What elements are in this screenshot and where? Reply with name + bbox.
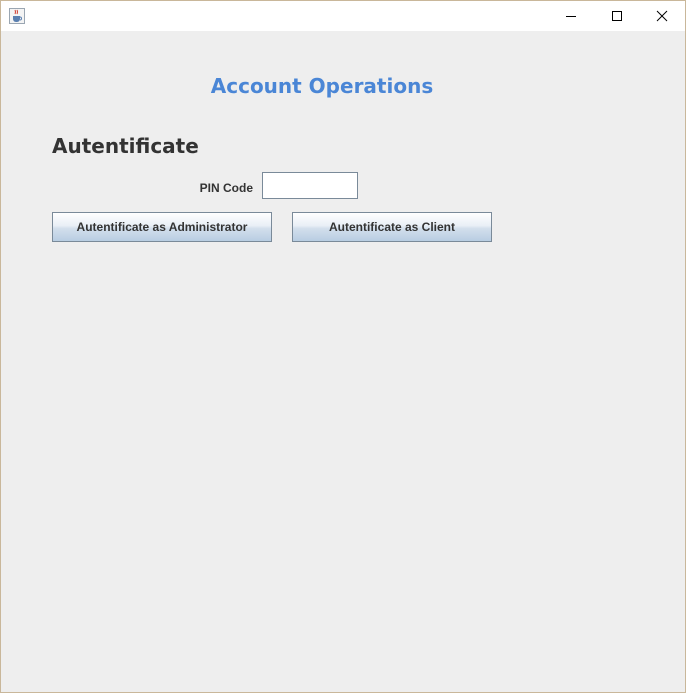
pin-code-label: PIN Code [199, 181, 253, 195]
autentificate-admin-button[interactable]: Autentificate as Administrator [52, 212, 272, 242]
page-title: Account Operations [210, 74, 434, 98]
minimize-button[interactable] [548, 1, 594, 31]
minimize-icon [566, 16, 576, 17]
section-title: Autentificate [52, 134, 199, 158]
app-window: Account Operations Autentificate PIN Cod… [0, 0, 686, 693]
title-bar[interactable] [1, 1, 685, 31]
close-icon [656, 10, 668, 22]
java-cup-icon[interactable] [9, 8, 25, 24]
maximize-button[interactable] [594, 1, 640, 31]
close-button[interactable] [639, 1, 685, 31]
content-panel: Account Operations Autentificate PIN Cod… [1, 31, 685, 692]
pin-code-input[interactable] [262, 172, 358, 199]
maximize-icon [612, 11, 622, 21]
autentificate-client-button[interactable]: Autentificate as Client [292, 212, 492, 242]
